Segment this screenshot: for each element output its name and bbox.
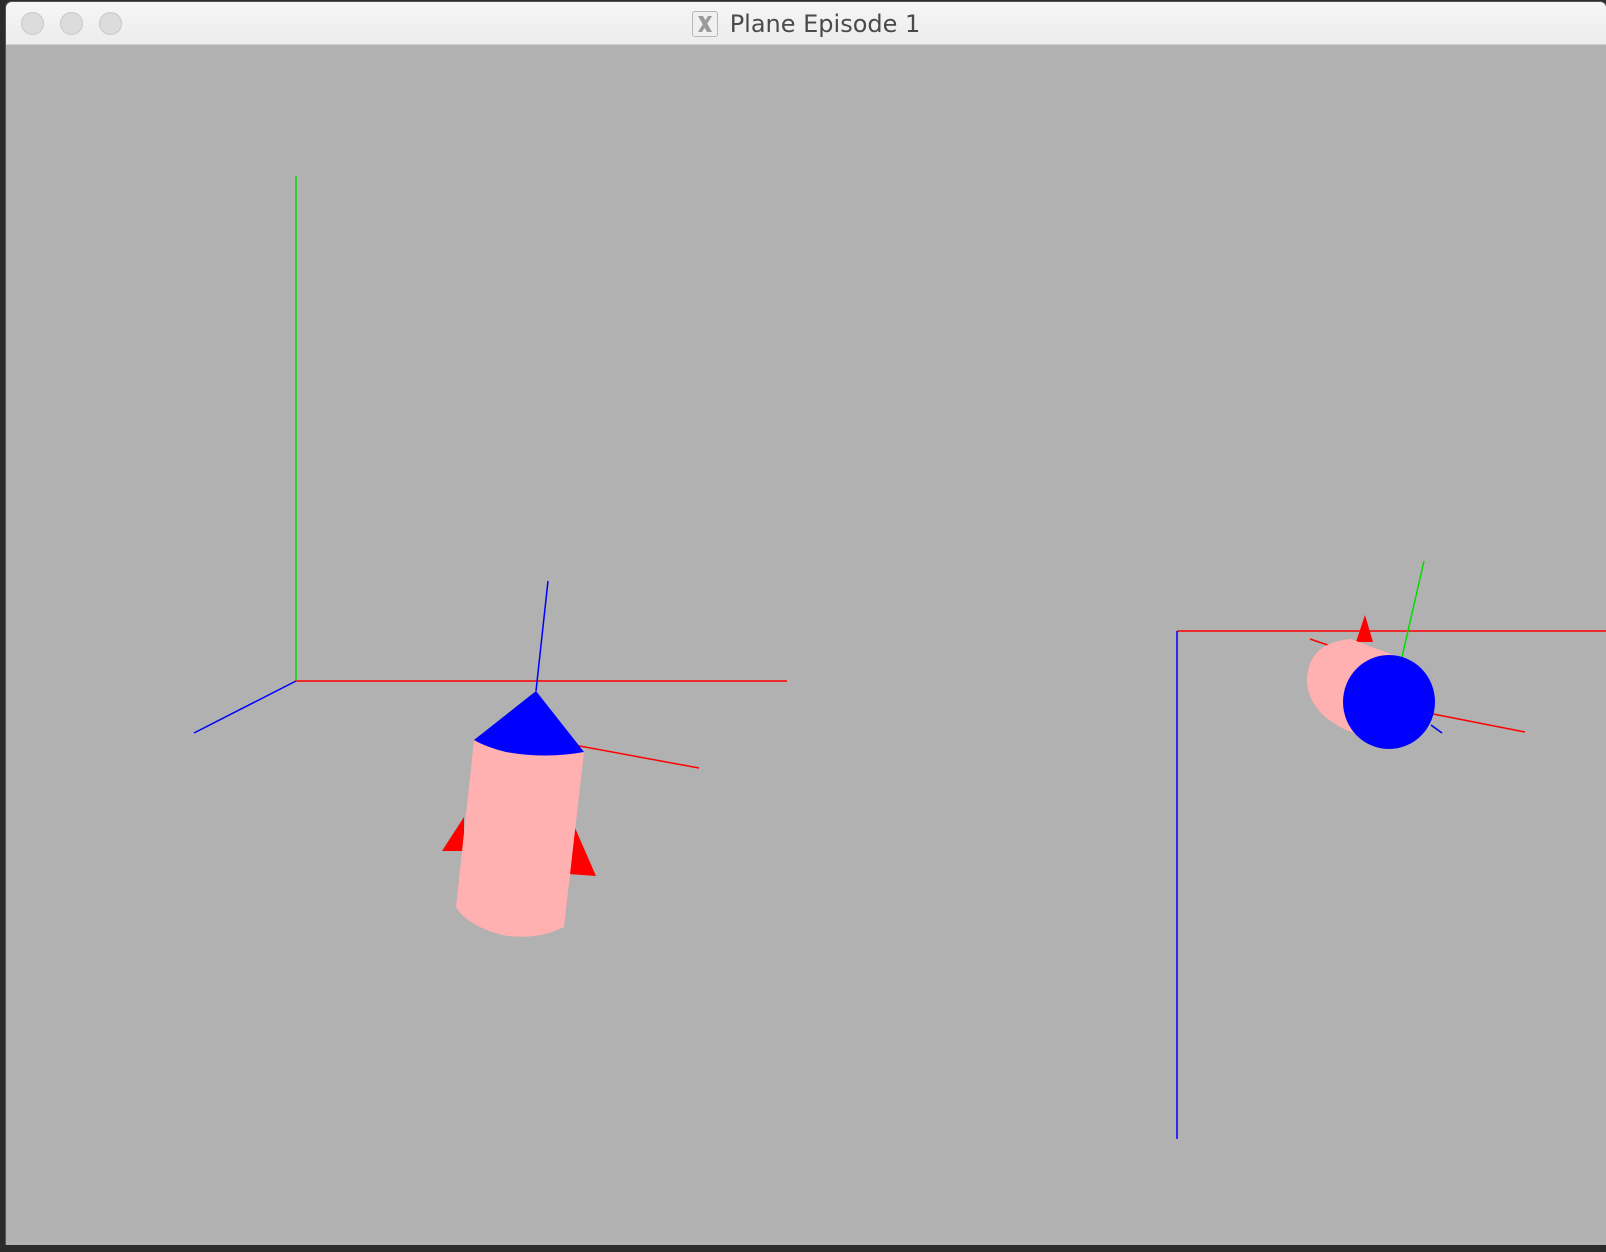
window-title: Plane Episode 1 bbox=[729, 9, 921, 38]
rocket-1-nose bbox=[474, 691, 584, 756]
rocket-2-nose bbox=[1343, 655, 1435, 749]
scene-canvas bbox=[193, 176, 1606, 1139]
desktop-background bbox=[0, 1245, 1606, 1252]
rocket-2-top-fin bbox=[1356, 615, 1373, 642]
rocket-1-z-axis bbox=[535, 580, 549, 692]
rocket-2-local-y-axis bbox=[1401, 560, 1425, 658]
application-window: Plane Episode 1 bbox=[6, 2, 1606, 1245]
3d-viewport[interactable] bbox=[6, 45, 1606, 1245]
rocket-1-body bbox=[456, 740, 584, 937]
rocket-1-left-fin bbox=[442, 817, 464, 851]
world-axes bbox=[193, 176, 787, 734]
rocket-2-local-x-axis bbox=[1427, 712, 1526, 733]
title-bar[interactable]: Plane Episode 1 bbox=[6, 2, 1606, 45]
world-z-axis bbox=[193, 680, 297, 734]
rocket-2-local-z-axis bbox=[1430, 724, 1443, 734]
window-title-group: Plane Episode 1 bbox=[6, 2, 1606, 45]
x11-icon bbox=[691, 10, 718, 37]
rocket-1 bbox=[442, 580, 700, 937]
rocket-2 bbox=[1306, 560, 1526, 749]
